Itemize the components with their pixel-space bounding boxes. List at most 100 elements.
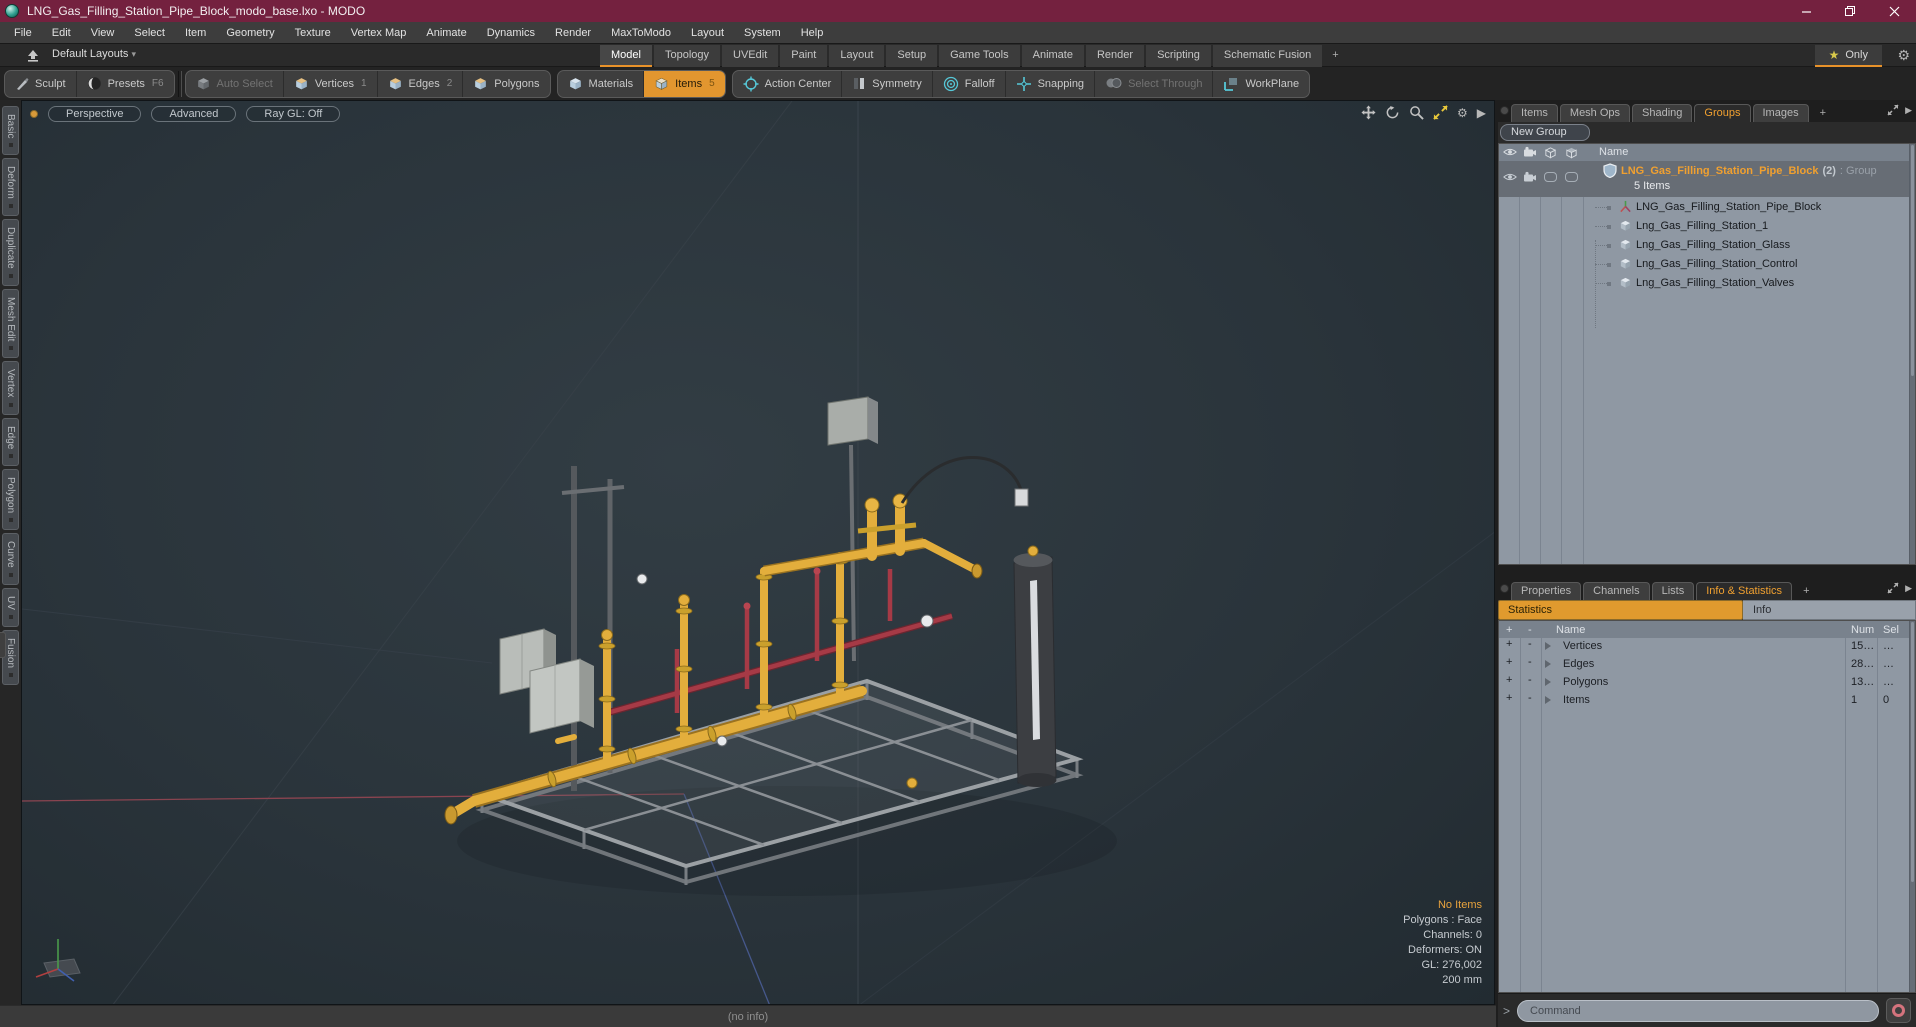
layout-tab-layout[interactable]: Layout — [829, 45, 885, 67]
menu-item[interactable]: Texture — [285, 25, 341, 41]
menu-item[interactable]: MaxToModo — [601, 25, 681, 41]
new-group-button[interactable]: New Group — [1500, 124, 1590, 141]
ghost-cube-icon[interactable] — [1565, 146, 1578, 159]
pan-icon[interactable] — [1361, 105, 1376, 120]
row-disclosure-arrow-icon[interactable] — [1545, 642, 1551, 650]
popout-icon[interactable] — [1887, 104, 1899, 116]
expand-row-button[interactable]: + — [1506, 692, 1512, 704]
popout-icon[interactable] — [1887, 582, 1899, 594]
menu-item[interactable]: Layout — [681, 25, 734, 41]
panel-corner-icon[interactable] — [1500, 584, 1509, 593]
stats-num-header[interactable]: Num — [1851, 624, 1874, 636]
tab-images[interactable]: Images — [1752, 104, 1809, 122]
layout-tab-scripting[interactable]: Scripting — [1146, 45, 1211, 67]
menu-item[interactable]: Render — [545, 25, 601, 41]
sculpt-button[interactable]: Sculpt — [5, 70, 77, 97]
falloff-button[interactable]: Falloff — [933, 70, 1006, 97]
viewport-menu-dot[interactable] — [30, 110, 38, 118]
jump-layout-icon[interactable] — [26, 49, 40, 62]
expand-all-header[interactable]: + — [1506, 624, 1512, 636]
layout-tab-animate[interactable]: Animate — [1021, 45, 1084, 67]
items-mode-button[interactable]: Items 5 — [644, 70, 725, 97]
add-panel-tab-button[interactable]: + — [1794, 583, 1818, 600]
layout-tab-paint[interactable]: Paint — [780, 45, 828, 67]
tab-groups[interactable]: Groups — [1694, 104, 1751, 122]
viewport-raygl-selector[interactable]: Ray GL: Off — [246, 106, 341, 122]
left-tool-tab[interactable]: UV — [2, 587, 19, 627]
subtab-statistics[interactable]: Statistics — [1498, 600, 1743, 620]
menu-item[interactable]: Dynamics — [477, 25, 545, 41]
title-bar[interactable]: LNG_Gas_Filling_Station_Pipe_Block_modo_… — [0, 0, 1916, 22]
tab-properties[interactable]: Properties — [1511, 582, 1582, 600]
toolbar-divider[interactable] — [177, 70, 182, 97]
tab-shading[interactable]: Shading — [1632, 104, 1693, 122]
stat-row[interactable]: + - Polygons 13… … — [1499, 674, 1915, 692]
tab-info-statistics[interactable]: Info & Statistics — [1696, 582, 1793, 600]
expand-row-button[interactable]: + — [1506, 656, 1512, 668]
menu-item[interactable]: Vertex Map — [341, 25, 417, 41]
symmetry-button[interactable]: Symmetry — [842, 70, 933, 97]
viewport-expand-arrow-icon[interactable]: ▶ — [1477, 106, 1486, 120]
tree-item-mesh[interactable]: Lng_Gas_Filling_Station_Glass — [1499, 235, 1915, 254]
panel-arrow-icon[interactable]: ▶ — [1905, 583, 1912, 594]
materials-mode-button[interactable]: Materials — [558, 70, 645, 97]
tree-scrollbar[interactable] — [1909, 144, 1915, 564]
tab-mesh-ops[interactable]: Mesh Ops — [1559, 104, 1631, 122]
tree-name-column-header[interactable]: Name — [1599, 146, 1628, 158]
camera-icon[interactable] — [1523, 171, 1537, 183]
menu-item[interactable]: View — [81, 25, 125, 41]
macro-record-button[interactable] — [1886, 998, 1911, 1023]
visibility-eye-icon[interactable] — [1503, 146, 1517, 158]
left-tool-tab[interactable]: Polygon — [2, 469, 19, 531]
collapse-row-button[interactable]: - — [1528, 674, 1532, 686]
collapse-row-button[interactable]: - — [1528, 656, 1532, 668]
render-camera-icon[interactable] — [1523, 146, 1537, 158]
expand-row-button[interactable]: + — [1506, 638, 1512, 650]
left-tool-tab[interactable]: Curve — [2, 533, 19, 585]
layout-tab-game-tools[interactable]: Game Tools — [939, 45, 1020, 67]
row-disclosure-arrow-icon[interactable] — [1545, 678, 1551, 686]
workplane-button[interactable]: WorkPlane — [1213, 71, 1309, 97]
add-panel-tab-button[interactable]: + — [1811, 105, 1835, 122]
left-tool-tab[interactable]: Mesh Edit — [2, 288, 19, 359]
command-prompt[interactable]: > — [1503, 1004, 1510, 1018]
viewport-projection-selector[interactable]: Perspective — [48, 106, 142, 122]
close-button[interactable] — [1872, 0, 1916, 22]
group-name[interactable]: LNG_Gas_Filling_Station_Pipe_Block — [1621, 165, 1818, 177]
orbit-icon[interactable] — [1385, 105, 1400, 120]
tree-item-locator[interactable]: LNG_Gas_Filling_Station_Pipe_Block — [1499, 197, 1915, 216]
default-layouts-dropdown[interactable]: Default Layouts ▾ — [52, 48, 136, 60]
layout-tab-topology[interactable]: Topology — [653, 45, 721, 67]
edges-mode-button[interactable]: Edges 2 — [378, 70, 464, 97]
ghost-checkbox[interactable] — [1565, 172, 1578, 182]
tab-lists[interactable]: Lists — [1651, 582, 1695, 600]
group-row-selected[interactable]: LNG_Gas_Filling_Station_Pipe_Block (2) :… — [1499, 161, 1915, 197]
menu-item[interactable]: Edit — [42, 25, 81, 41]
tab-items[interactable]: Items — [1511, 104, 1558, 122]
polygons-mode-button[interactable]: Polygons — [463, 71, 549, 97]
left-tool-tab[interactable]: Basic — [2, 106, 19, 156]
restore-button[interactable] — [1828, 0, 1872, 22]
menu-item[interactable]: Help — [791, 25, 834, 41]
only-toggle-button[interactable]: ★ Only — [1814, 45, 1882, 67]
stat-row[interactable]: + - Vertices 15… … — [1499, 638, 1915, 656]
left-tool-tab[interactable]: Vertex — [2, 361, 19, 415]
row-disclosure-arrow-icon[interactable] — [1545, 696, 1551, 704]
command-input[interactable] — [1517, 999, 1879, 1022]
action-center-button[interactable]: Action Center — [733, 70, 843, 97]
gear-icon[interactable]: ⚙ — [1897, 47, 1910, 64]
statistics-scrollbar[interactable] — [1909, 621, 1915, 992]
tab-channels[interactable]: Channels — [1583, 582, 1650, 600]
menu-item[interactable]: File — [4, 25, 42, 41]
subtab-info[interactable]: Info — [1743, 600, 1916, 620]
left-tool-tab[interactable]: Edge — [2, 417, 19, 467]
maximize-viewport-icon[interactable] — [1433, 105, 1448, 120]
layout-tab-setup[interactable]: Setup — [886, 45, 938, 67]
layout-tab-schematic-fusion[interactable]: Schematic Fusion — [1212, 45, 1323, 67]
stats-name-header[interactable]: Name — [1556, 624, 1585, 636]
panel-grabber-handle[interactable] — [0, 632, 6, 658]
menu-item[interactable]: Geometry — [216, 25, 284, 41]
select-through-button[interactable]: Select Through — [1095, 70, 1214, 97]
group-title-line[interactable]: LNG_Gas_Filling_Station_Pipe_Block (2) :… — [1603, 163, 1877, 178]
collapse-row-button[interactable]: - — [1528, 692, 1532, 704]
